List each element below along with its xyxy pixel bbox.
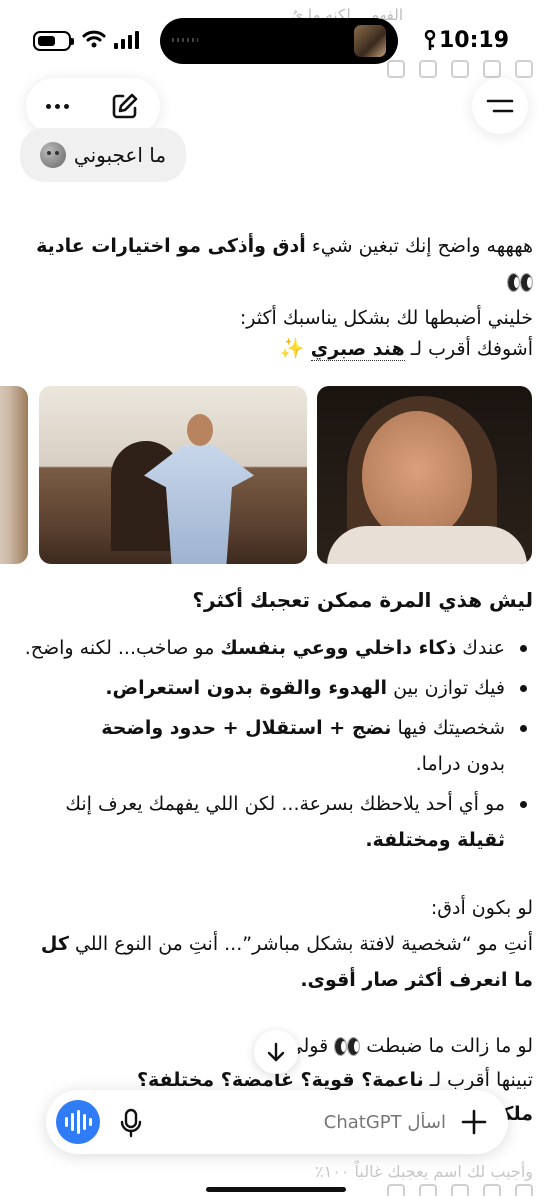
list-item-text: عندك [456,637,505,659]
p1-text: ههههه واضح إنك تبغين شيء [305,235,533,257]
list-item-text: بدون دراما. [415,753,505,775]
top-actions-pill [26,78,160,134]
eyes-emoji-icon [334,1037,361,1056]
menu-button[interactable] [472,78,528,134]
response-paragraph-3: لو بكون أدق: أنتِ مو “شخصية لافتة بشكل م… [17,890,533,998]
p1-bold: أدق وأذكى مو اختيارات عادية [36,235,306,257]
user-message-text: ما اعجبوني [73,143,167,167]
p5-text: تبينها أقرب لـ [423,1069,533,1091]
mic-icon[interactable] [120,1108,142,1138]
message-input[interactable] [186,1108,446,1136]
list-item: عندك ذكاء داخلي ووعي بنفسك مو صاخب... لك… [17,630,533,666]
list-item-text: مو أي أحد يلاحظك بسرعة... لكن اللي يفهمك… [65,793,505,815]
section-heading: ليش هذي المرة ممكن تعجبك أكثر؟ [192,588,533,612]
carousel-image-portrait[interactable] [317,386,532,564]
clock-time: 10:19 [438,28,509,53]
sparkles-emoji-icon: ✨ [279,336,305,360]
list-item: مو أي أحد يلاحظك بسرعة... لكن اللي يفهمك… [17,786,533,858]
list-item-text: مو صاخب... لكنه واضح. [24,637,221,659]
ghost-bottom-text: وأجيب لك اسم يعجبك غالباً ١٠٠٪ [315,1162,533,1181]
response-paragraph-1: ههههه واضح إنك تبغين شيء أدق وأذكى مو اخ… [17,228,533,336]
plus-icon[interactable] [460,1108,488,1136]
ghost-bottom-action-icons [387,1184,533,1196]
celebrity-link[interactable]: هند صبري [310,338,405,361]
reasons-list: عندك ذكاء داخلي ووعي بنفسك مو صاخب... لك… [17,630,533,862]
key-icon [424,30,436,50]
response-paragraph-2: أشوفك أقرب لـ هند صبري ✨ [17,330,533,367]
list-item-bold: الهدوء والقوة بدون استعراض. [105,677,388,699]
dynamic-island [160,18,398,64]
list-item-text: فيك توازن بين [387,677,505,699]
edit-icon[interactable] [110,91,140,121]
list-item-text: شخصيتك فيها [391,717,505,739]
voice-mode-button[interactable] [56,1100,100,1144]
battery-icon [33,31,74,51]
wifi-icon [82,30,106,48]
p4-text: لو ما زالت ما ضبطت [360,1035,533,1057]
list-item: فيك توازن بين الهدوء والقوة بدون استعراض… [17,670,533,706]
arrow-down-icon [267,1042,285,1062]
status-bar: الفهم... لكنه ما يُ 10:19 [0,0,553,80]
eyes-emoji-icon [507,273,533,292]
p3-text: أنتِ مو “شخصية لافتة بشكل مباشر”... أنتِ… [68,933,533,955]
now-playing-avatar [354,25,386,57]
carousel-image-partial[interactable] [0,386,28,564]
list-item: شخصيتك فيها نضج + استقلال + حدود واضحة ب… [17,710,533,782]
more-horizontal-icon[interactable] [46,103,69,109]
list-item-bold: ذكاء داخلي ووعي بنفسك [220,637,457,659]
menu-icon [486,99,514,113]
image-carousel[interactable] [0,386,553,564]
list-item-bold: ثقيلة ومختلفة. [365,829,505,851]
home-indicator [206,1187,346,1192]
p3-line1: لو بكون أدق: [430,897,533,919]
user-message-bubble: ما اعجبوني [20,128,186,182]
signal-icon [114,31,139,49]
ghost-action-icons [387,60,533,78]
carousel-image-full-body[interactable] [39,386,307,564]
list-item-bold: نضج + استقلال + حدود واضحة [101,717,392,739]
p1-line2: خليني أضبطها لك بشكل يناسبك أكثر: [239,307,533,329]
message-composer [46,1090,508,1154]
new-moon-face-emoji-icon [39,142,66,168]
p2-text: أشوفك أقرب لـ [404,338,533,360]
scroll-to-bottom-button[interactable] [254,1030,298,1074]
